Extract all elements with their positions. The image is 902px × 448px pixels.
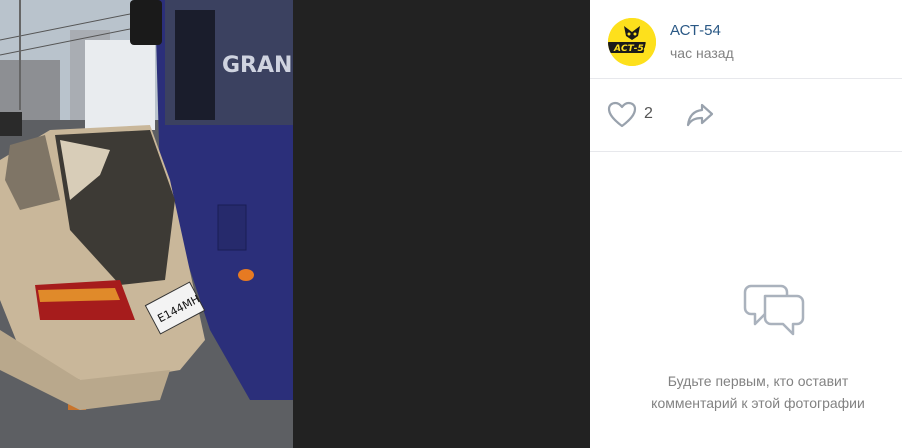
post-actions: 2 [590,79,902,152]
share-arrow-icon[interactable] [685,101,715,129]
info-panel: АСТ-54 АСТ-54 час назад 2 Будьте первым,… [590,0,902,448]
photo-image: GRAN Е144МН [0,0,293,448]
like-count[interactable]: 2 [644,105,653,123]
photo[interactable]: GRAN Е144МН [0,0,293,448]
ast54-logo-icon: АСТ-54 [608,18,656,66]
svg-text:GRAN: GRAN [222,53,292,78]
author-name[interactable]: АСТ-54 [670,22,721,39]
comment-bubbles-icon [743,280,807,340]
post-header: АСТ-54 АСТ-54 час назад [590,0,902,79]
comments-empty-state: Будьте первым, кто оставит комментарий к… [590,152,902,448]
svg-text:АСТ-54: АСТ-54 [613,44,650,54]
heart-icon[interactable] [607,101,637,129]
avatar[interactable]: АСТ-54 [608,18,656,66]
post-time[interactable]: час назад [670,45,734,61]
photo-viewer: GRAN Е144МН [0,0,590,448]
viewer-background [293,0,590,448]
empty-comments-text: Будьте первым, кто оставит комментарий к… [651,373,865,411]
